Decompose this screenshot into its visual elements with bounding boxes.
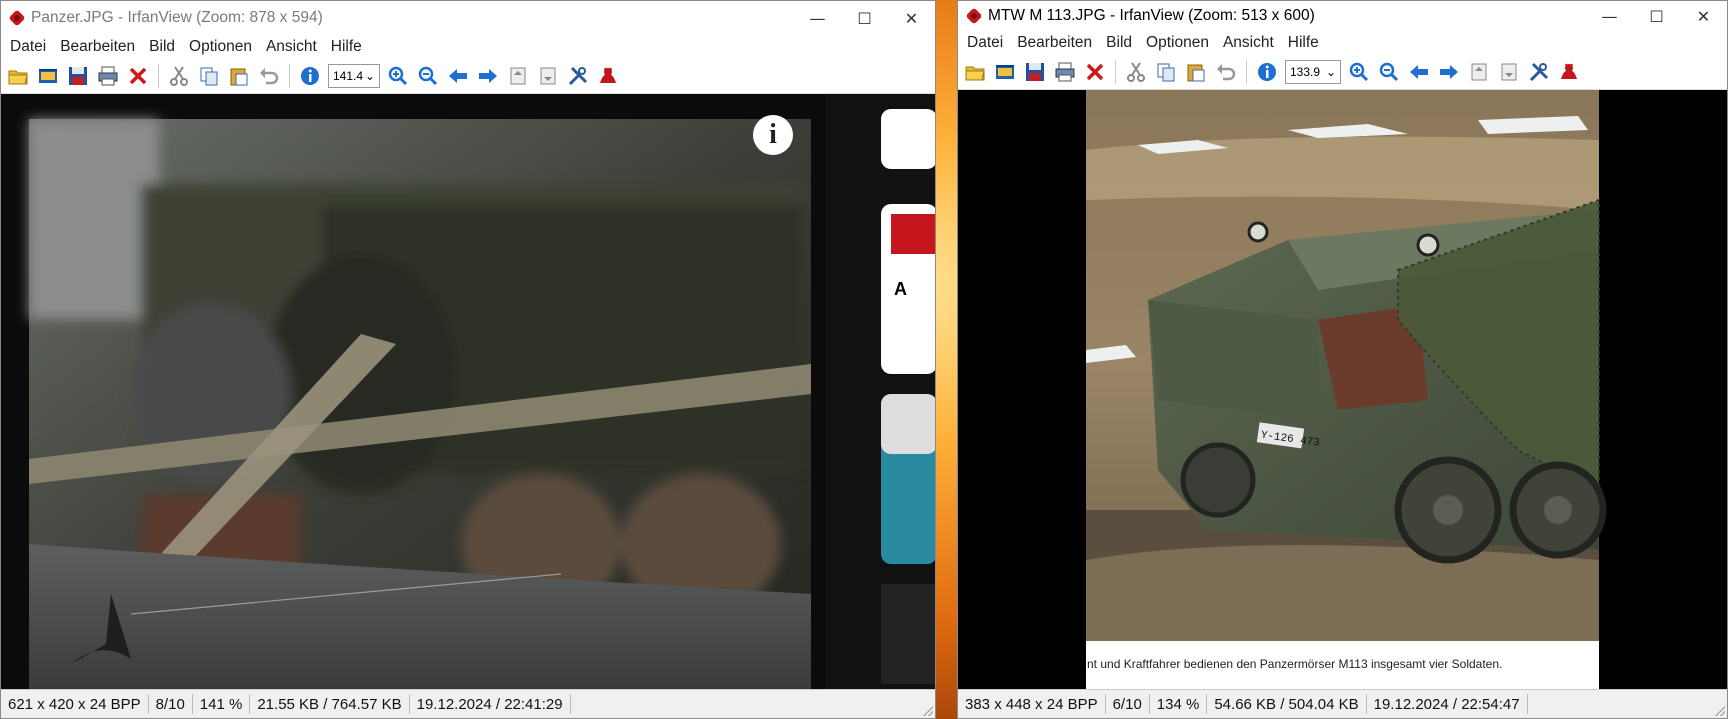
maximize-button[interactable]: ☐ [841, 1, 888, 35]
irfanview-app-icon[interactable] [966, 8, 982, 24]
image-viewport[interactable]: Y-126 473 nt und Kraftfahrer bedienen de… [958, 90, 1727, 689]
cut-icon[interactable] [1123, 59, 1149, 85]
minimize-button[interactable]: — [794, 1, 841, 35]
irfanview-window-panzer[interactable]: Panzer.JPG - IrfanView (Zoom: 878 x 594)… [0, 0, 936, 719]
zoom-value: 133.9 [1290, 65, 1321, 79]
menu-bearbeiten[interactable]: Bearbeiten [53, 38, 142, 56]
toolbar: 141.4 ⌄ [1, 59, 935, 94]
zoom-in-icon[interactable] [1346, 59, 1372, 85]
undo-icon[interactable] [1213, 59, 1239, 85]
cut-icon[interactable] [166, 63, 192, 89]
undo-icon[interactable] [256, 63, 282, 89]
chevron-down-icon: ⌄ [1325, 65, 1336, 79]
status-filesize: 54.66 KB / 504.04 KB [1207, 694, 1367, 714]
menu-bar: Datei Bearbeiten Bild Optionen Ansicht H… [1, 35, 935, 59]
irfanview-cat-icon[interactable] [1556, 59, 1582, 85]
thumbnails-icon[interactable] [35, 63, 61, 89]
menu-bild[interactable]: Bild [1099, 34, 1139, 52]
menu-bearbeiten[interactable]: Bearbeiten [1010, 34, 1099, 52]
status-zoom: 134 % [1150, 694, 1208, 714]
menu-ansicht[interactable]: Ansicht [1216, 34, 1281, 52]
status-filesize: 21.55 KB / 764.57 KB [250, 694, 410, 714]
status-file-index: 6/10 [1106, 694, 1150, 714]
open-folder-icon[interactable] [962, 59, 988, 85]
thumbnails-icon[interactable] [992, 59, 1018, 85]
status-dimensions: 621 x 420 x 24 BPP [1, 694, 149, 714]
minimize-button[interactable]: — [1586, 1, 1633, 31]
info-icon[interactable] [297, 63, 323, 89]
first-page-icon[interactable] [505, 63, 531, 89]
next-icon[interactable] [475, 63, 501, 89]
previous-icon[interactable] [1406, 59, 1432, 85]
copy-icon[interactable] [196, 63, 222, 89]
toolbar-separator [1115, 60, 1116, 84]
paste-icon[interactable] [1183, 59, 1209, 85]
irfanview-app-icon[interactable] [9, 10, 25, 26]
menu-datei[interactable]: Datei [3, 38, 53, 56]
zoom-out-icon[interactable] [1376, 59, 1402, 85]
status-bar: 621 x 420 x 24 BPP 8/10 141 % 21.55 KB /… [1, 689, 935, 718]
title-bar[interactable]: MTW M 113.JPG - IrfanView (Zoom: 513 x 6… [958, 1, 1727, 31]
save-icon[interactable] [65, 63, 91, 89]
menu-datei[interactable]: Datei [960, 34, 1010, 52]
toolbar-separator [158, 64, 159, 88]
save-icon[interactable] [1022, 59, 1048, 85]
image-caption: nt und Kraftfahrer bedienen den Panzermö… [1087, 657, 1503, 671]
zoom-value: 141.4 [333, 69, 364, 83]
menu-hilfe[interactable]: Hilfe [324, 38, 369, 56]
status-dimensions: 383 x 448 x 24 BPP [958, 694, 1106, 714]
last-page-icon[interactable] [535, 63, 561, 89]
title-bar[interactable]: Panzer.JPG - IrfanView (Zoom: 878 x 594)… [1, 1, 935, 35]
last-page-icon[interactable] [1496, 59, 1522, 85]
irfanview-cat-icon[interactable] [595, 63, 621, 89]
menu-ansicht[interactable]: Ansicht [259, 38, 324, 56]
paste-icon[interactable] [226, 63, 252, 89]
status-zoom: 141 % [193, 694, 251, 714]
menu-optionen[interactable]: Optionen [182, 38, 259, 56]
toolbar: 133.9 ⌄ [958, 55, 1727, 90]
resize-grip[interactable] [923, 706, 933, 716]
delete-icon[interactable] [1082, 59, 1108, 85]
irfanview-window-mtw[interactable]: MTW M 113.JPG - IrfanView (Zoom: 513 x 6… [957, 0, 1728, 719]
toolbar-separator [1246, 60, 1247, 84]
chevron-down-icon: ⌄ [364, 69, 375, 83]
maximize-button[interactable]: ☐ [1633, 1, 1680, 31]
close-button[interactable]: ✕ [1680, 1, 1727, 31]
side-card-text: A [894, 279, 907, 299]
zoom-select[interactable]: 141.4 ⌄ [328, 64, 380, 88]
status-datetime: 19.12.2024 / 22:41:29 [410, 694, 571, 714]
menu-bar: Datei Bearbeiten Bild Optionen Ansicht H… [958, 31, 1727, 55]
settings-icon[interactable] [565, 63, 591, 89]
zoom-select[interactable]: 133.9 ⌄ [1285, 60, 1341, 84]
image-viewport[interactable]: i A [1, 94, 935, 689]
toolbar-separator [289, 64, 290, 88]
menu-optionen[interactable]: Optionen [1139, 34, 1216, 52]
zoom-in-icon[interactable] [385, 63, 411, 89]
window-title: Panzer.JPG - IrfanView (Zoom: 878 x 594) [31, 9, 323, 26]
info-overlay-icon[interactable]: i [753, 115, 793, 155]
next-icon[interactable] [1436, 59, 1462, 85]
copy-icon[interactable] [1153, 59, 1179, 85]
status-datetime: 19.12.2024 / 22:54:47 [1367, 694, 1528, 714]
settings-icon[interactable] [1526, 59, 1552, 85]
resize-grip[interactable] [1715, 706, 1725, 716]
print-icon[interactable] [95, 63, 121, 89]
tank-photo [1, 94, 935, 689]
window-title: MTW M 113.JPG - IrfanView (Zoom: 513 x 6… [988, 7, 1315, 24]
status-file-index: 8/10 [149, 694, 193, 714]
print-icon[interactable] [1052, 59, 1078, 85]
menu-hilfe[interactable]: Hilfe [1281, 34, 1326, 52]
previous-icon[interactable] [445, 63, 471, 89]
close-button[interactable]: ✕ [888, 1, 935, 35]
m113-photo: Y-126 473 [958, 90, 1727, 689]
open-folder-icon[interactable] [5, 63, 31, 89]
delete-icon[interactable] [125, 63, 151, 89]
status-bar: 383 x 448 x 24 BPP 6/10 134 % 54.66 KB /… [958, 689, 1727, 718]
zoom-out-icon[interactable] [415, 63, 441, 89]
menu-bild[interactable]: Bild [142, 38, 182, 56]
info-icon[interactable] [1254, 59, 1280, 85]
first-page-icon[interactable] [1466, 59, 1492, 85]
